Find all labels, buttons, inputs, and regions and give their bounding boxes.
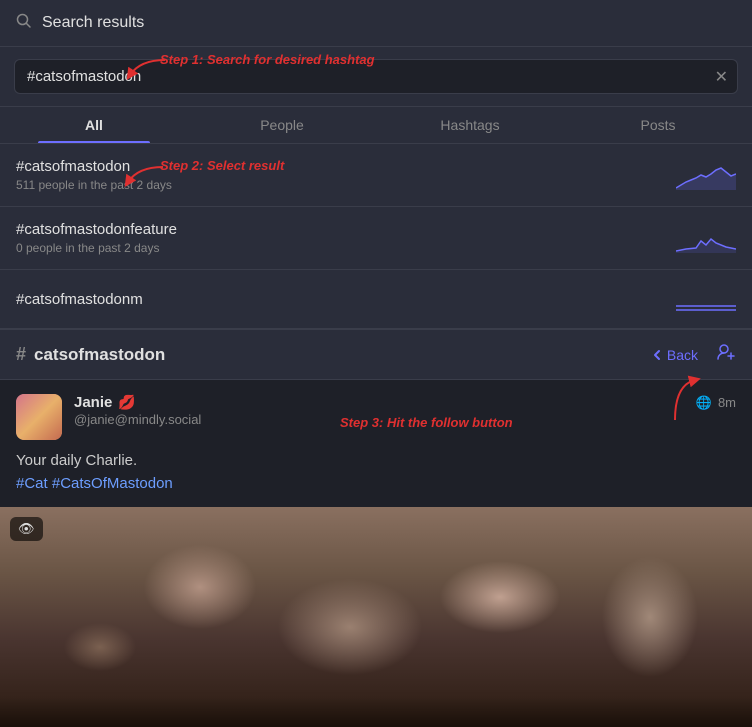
- post-text-line2: #Cat #CatsOfMastodon: [16, 473, 736, 496]
- add-user-icon: [716, 342, 736, 362]
- search-input-area: ✕: [0, 47, 752, 107]
- hashtag-name-1: #catsofmastodon: [16, 158, 172, 175]
- cat-photo: [0, 507, 752, 727]
- clear-search-button[interactable]: ✕: [715, 67, 728, 87]
- sensitive-content-badge[interactable]: 👁: [10, 517, 43, 541]
- list-item[interactable]: #catsofmastodonfeature 0 people in the p…: [0, 207, 752, 270]
- post-header: Janie 💋 🌐 8m @janie@mindly.social: [0, 380, 752, 450]
- tab-hashtags[interactable]: Hashtags: [376, 107, 564, 143]
- list-item[interactable]: #catsofmastodon 511 people in the past 2…: [0, 144, 752, 207]
- page-title: Search results: [42, 14, 144, 32]
- chevron-left-icon: [653, 349, 661, 361]
- result-text-1: #catsofmastodon 511 people in the past 2…: [16, 158, 172, 192]
- author-handle: @janie@mindly.social: [74, 412, 201, 427]
- post-text-line1: Your daily Charlie.: [16, 450, 736, 473]
- tab-all[interactable]: All: [0, 107, 188, 143]
- avatar: [16, 394, 62, 440]
- result-text-2: #catsofmastodonfeature 0 people in the p…: [16, 221, 177, 255]
- sparkline-2: [676, 223, 736, 253]
- eye-icon: 👁: [18, 521, 35, 537]
- author-row: Janie 💋 🌐 8m: [74, 394, 736, 411]
- search-icon: [16, 13, 32, 34]
- results-list: #catsofmastodon 511 people in the past 2…: [0, 144, 752, 330]
- hashtag-meta-2: 0 people in the past 2 days: [16, 241, 177, 255]
- post-content: Your daily Charlie. #Cat #CatsOfMastodon: [0, 450, 752, 507]
- post-author-info: Janie 💋 🌐 8m @janie@mindly.social: [74, 394, 736, 429]
- hash-symbol: #: [16, 344, 26, 365]
- search-input[interactable]: [14, 59, 738, 94]
- back-label: Back: [667, 347, 698, 363]
- result-text-3: #catsofmastodonm: [16, 291, 143, 308]
- back-button[interactable]: Back: [653, 347, 698, 363]
- globe-icon: 🌐: [696, 395, 712, 411]
- sparkline-3: [676, 284, 736, 314]
- author-name: Janie: [74, 394, 112, 411]
- follow-hashtag-button[interactable]: [716, 342, 736, 367]
- post-image: 👁: [0, 507, 752, 727]
- sparkline-1: [676, 160, 736, 190]
- tab-bar: All People Hashtags Posts: [0, 107, 752, 144]
- tab-posts[interactable]: Posts: [564, 107, 752, 143]
- hashtag-meta-1: 511 people in the past 2 days: [16, 178, 172, 192]
- hashtag-name-2: #catsofmastodonfeature: [16, 221, 177, 238]
- post-time: 8m: [718, 395, 736, 410]
- hashtag-panel-header: # catsofmastodon Back: [0, 330, 752, 380]
- hashtag-name-3: #catsofmastodonm: [16, 291, 143, 308]
- search-header: Search results: [0, 0, 752, 47]
- hashtag-panel-title: catsofmastodon: [34, 345, 645, 365]
- avatar-image: [16, 394, 62, 440]
- tab-people[interactable]: People: [188, 107, 376, 143]
- hashtag-catsofmastodon-inline[interactable]: #CatsOfMastodon: [52, 475, 173, 492]
- list-item[interactable]: #catsofmastodonm: [0, 270, 752, 328]
- author-emoji: 💋: [118, 394, 135, 411]
- hashtag-cat[interactable]: #Cat: [16, 475, 48, 492]
- post-container: Janie 💋 🌐 8m @janie@mindly.social Your d…: [0, 380, 752, 727]
